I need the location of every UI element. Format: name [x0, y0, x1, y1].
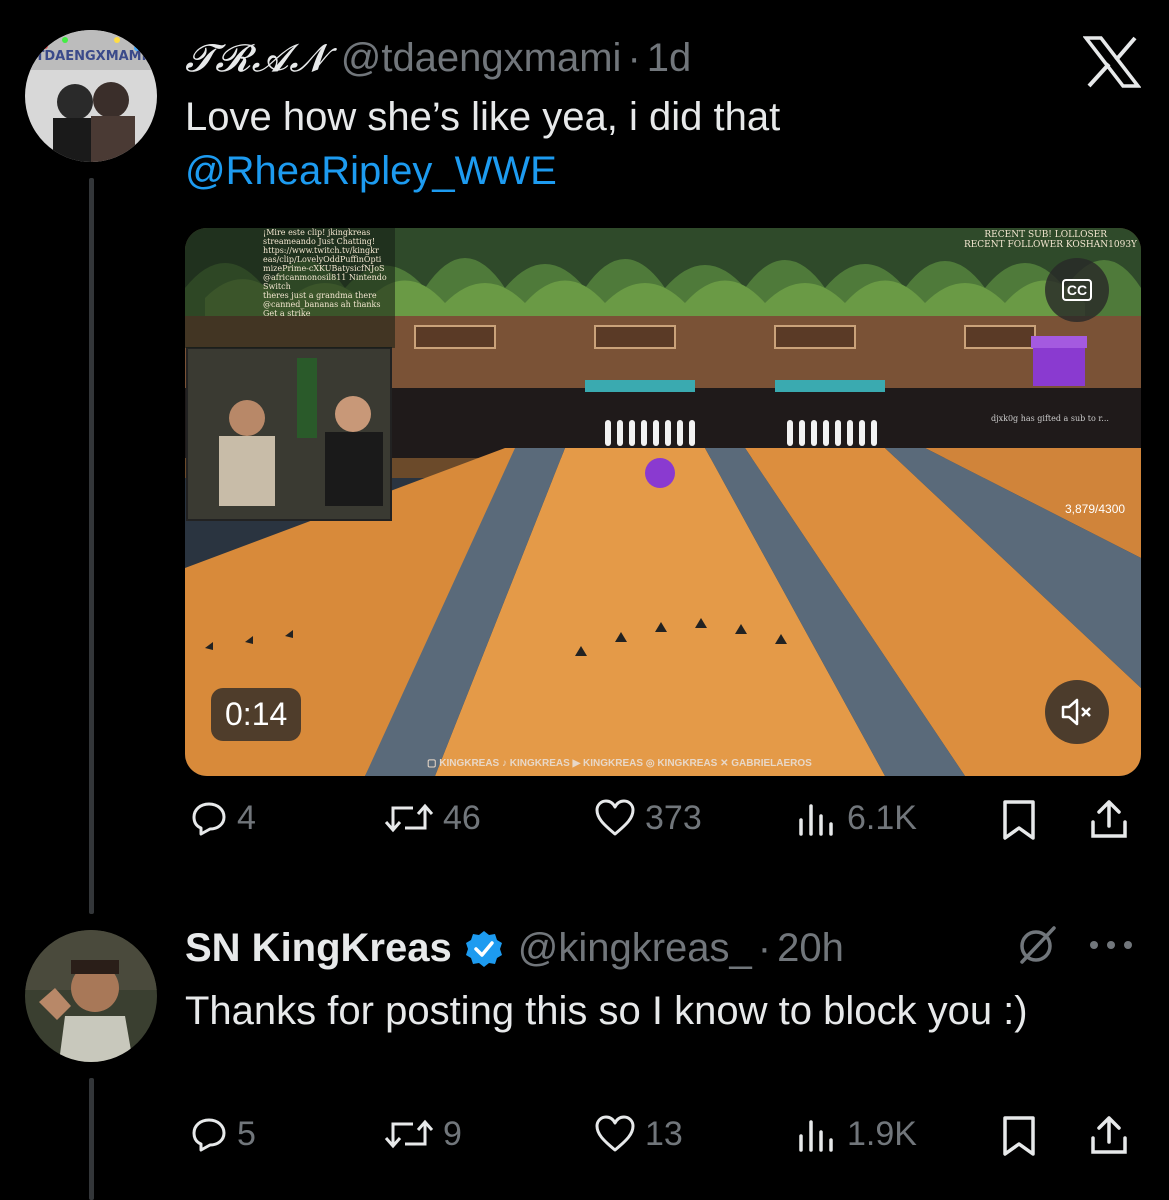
mention-link[interactable]: @RheaRipley_WWE — [185, 144, 780, 198]
tweet-header: SN KingKreas @kingkreas_ · 20h — [185, 926, 844, 971]
chat-line: Switch — [263, 282, 291, 291]
chat-line: Get a strike — [263, 309, 311, 318]
video-timestamp: 0:14 — [211, 688, 302, 741]
repost-count: 46 — [443, 798, 481, 837]
repost-icon — [384, 1119, 434, 1149]
verified-badge-icon — [465, 930, 502, 967]
share-icon — [1091, 1116, 1127, 1154]
like-icon — [595, 1115, 635, 1152]
reply-icon — [192, 1118, 226, 1152]
repost-button[interactable]: 9 — [383, 1114, 462, 1154]
tweet-body: Love how she’s like yea, i did that — [185, 95, 781, 139]
like-count: 13 — [645, 1114, 683, 1153]
mute-button[interactable] — [1045, 680, 1109, 744]
gift-notice: djxk0g has gifted a sub to r... — [991, 414, 1109, 423]
views-icon — [799, 1120, 833, 1152]
captions-button[interactable]: CC — [1045, 258, 1109, 322]
grok-icon[interactable] — [1014, 922, 1060, 968]
chat-line: streameando Just Chatting! — [263, 237, 376, 246]
share-icon — [1091, 800, 1127, 838]
tweet-menu — [1014, 922, 1136, 968]
like-count: 373 — [645, 798, 702, 837]
bookmark-icon — [1003, 800, 1035, 840]
user-handle[interactable]: @kingkreas_ — [518, 926, 752, 971]
views-icon — [799, 804, 833, 836]
views-count: 6.1K — [847, 798, 917, 837]
views-button[interactable]: 6.1K — [795, 798, 917, 838]
x-logo-icon[interactable] — [1082, 36, 1142, 88]
social-banner: ▢ KINGKREAS ♪ KINGKREAS ▶ KINGKREAS ◎ KI… — [427, 758, 812, 769]
tweet-body: Thanks for posting this so I know to blo… — [185, 989, 1028, 1033]
repost-count: 9 — [443, 1114, 462, 1153]
captions-label: CC — [1061, 279, 1093, 301]
separator: · — [627, 36, 641, 80]
thread-line — [89, 1078, 94, 1200]
chat-line: @canned_bananas ah thanks — [263, 300, 381, 309]
more-icon[interactable] — [1086, 935, 1136, 955]
tweet-actions: 5 9 13 1.9K — [185, 1114, 1141, 1174]
svg-text:TDAENGXMAMI: TDAENGXMAMI — [36, 49, 147, 64]
muted-speaker-icon — [1061, 698, 1091, 726]
bookmark-button[interactable] — [1001, 1114, 1037, 1158]
tweet-actions: 4 46 373 6.1K — [185, 798, 1141, 858]
bookmark-button[interactable] — [1001, 798, 1037, 842]
separator: · — [757, 926, 772, 970]
like-icon — [595, 799, 635, 836]
like-button[interactable]: 373 — [593, 798, 702, 838]
views-button[interactable]: 1.9K — [795, 1114, 917, 1154]
user-handle[interactable]: @tdaengxmami — [341, 36, 622, 81]
stream-chat: ¡Mire este clip! jkingkreas streameando … — [263, 228, 403, 318]
timestamp[interactable]: 1d — [647, 36, 692, 81]
bookmark-icon — [1003, 1116, 1035, 1156]
share-button[interactable] — [1087, 798, 1131, 842]
chat-line: eas/clip/LovelyOddPuffinOpti — [263, 255, 382, 264]
reply-button[interactable]: 4 — [189, 798, 256, 838]
avatar[interactable] — [25, 930, 157, 1062]
display-name[interactable]: 𝓣𝓡𝓐𝓝 — [185, 36, 327, 81]
chat-line: ¡Mire este clip! jkingkreas — [263, 228, 371, 237]
like-button[interactable]: 13 — [593, 1114, 683, 1154]
chat-line: theres just a grandma there — [263, 291, 377, 300]
views-count: 1.9K — [847, 1114, 917, 1153]
chat-line: mizePrime-cXKUBatysicfNJoS — [263, 264, 385, 273]
repost-icon — [384, 803, 434, 833]
chat-line: https://www.twitch.tv/kingkr — [263, 246, 379, 255]
tweet-text: Love how she’s like yea, i did that @Rhe… — [185, 90, 780, 198]
thread-line — [89, 178, 94, 914]
video-player[interactable]: ¡Mire este clip! jkingkreas streameando … — [185, 228, 1141, 776]
repost-button[interactable]: 46 — [383, 798, 481, 838]
avatar[interactable]: TDAENGXMAMI — [25, 30, 157, 162]
display-name[interactable]: SN KingKreas — [185, 926, 452, 971]
share-button[interactable] — [1087, 1114, 1131, 1158]
recent-sub-label: RECENT SUB! LOLLOSER — [984, 230, 1107, 240]
reply-button[interactable]: 5 — [189, 1114, 256, 1154]
recent-follower-label: RECENT FOLLOWER KOSHAN1093Y — [963, 240, 1137, 250]
chat-line: @africanmonosil811 Nintendo — [263, 273, 387, 282]
timestamp[interactable]: 20h — [777, 926, 844, 971]
tweet-header: 𝓣𝓡𝓐𝓝 @tdaengxmami · 1d — [185, 36, 691, 81]
reply-count: 5 — [237, 1114, 256, 1153]
reply-count: 4 — [237, 798, 256, 837]
goal-counter: 3,879/4300 — [1065, 502, 1126, 516]
reply-icon — [192, 802, 226, 836]
